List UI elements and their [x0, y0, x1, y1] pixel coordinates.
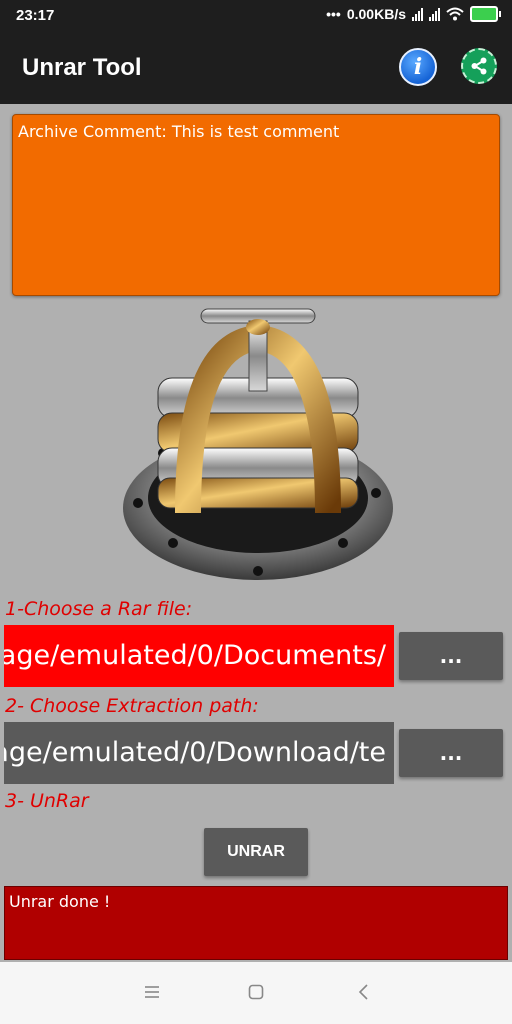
nav-bar [0, 962, 512, 1024]
signal-icon [412, 7, 423, 21]
step1-label: 1-Choose a Rar file: [5, 598, 193, 620]
step3-label: 3- UnRar [5, 790, 89, 812]
battery-icon [470, 6, 501, 22]
unrar-button[interactable]: UNRAR [204, 828, 308, 876]
menu-icon[interactable] [143, 983, 161, 1001]
app-bar: Unrar Tool i [0, 32, 512, 104]
result-message: Unrar done ! [4, 886, 508, 960]
back-icon[interactable] [355, 983, 373, 1001]
rar-file-path-field[interactable]: /storage/emulated/0/Documents/ [4, 625, 394, 687]
info-button[interactable]: i [399, 48, 437, 86]
info-icon: i [413, 54, 423, 80]
browse-rar-button[interactable]: ... [399, 632, 503, 680]
step2-label: 2- Choose Extraction path: [5, 695, 259, 717]
status-bar: 23:17 ••• 0.00KB/s [0, 0, 512, 32]
extraction-path: /storage/emulated/0/Download/te [4, 737, 386, 768]
network-speed: 0.00KB/s [346, 6, 406, 22]
status-time: 23:17 [16, 7, 55, 24]
share-icon [471, 57, 487, 75]
signal-icon-2 [429, 7, 440, 21]
extraction-path-field[interactable]: /storage/emulated/0/Download/te [4, 722, 394, 784]
status-icons: ••• 0.00KB/s [326, 6, 501, 22]
archive-comment: Archive Comment: This is test comment [12, 114, 500, 296]
share-button[interactable] [461, 48, 497, 84]
app-title: Unrar Tool [22, 54, 142, 81]
home-icon[interactable] [247, 983, 265, 1001]
archive-press-logo [123, 308, 393, 580]
wifi-icon [446, 7, 464, 21]
rar-file-path: /storage/emulated/0/Documents/ [4, 640, 386, 671]
browse-extraction-button[interactable]: ... [399, 729, 503, 777]
notification-dots: ••• [326, 6, 341, 22]
